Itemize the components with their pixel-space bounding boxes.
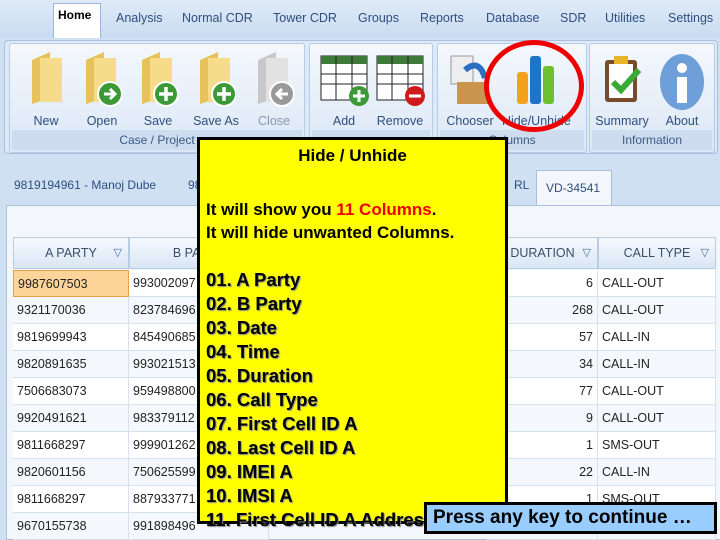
tab-home[interactable]: Home [53,3,101,38]
tab-utilities[interactable]: Utilities [605,11,645,25]
folder-open-arrow-icon [86,52,122,107]
add-button[interactable]: Add [316,48,372,128]
tab-groups[interactable]: Groups [358,11,399,25]
column-list-item: 03. Date [206,317,277,338]
tab-analysis[interactable]: Analysis [116,11,163,25]
column-list: 01. A Party 02. B Party 03. Date 04. Time 05… [206,268,505,532]
continue-prompt[interactable]: Press any key to continue … [424,502,717,534]
column-list-item: 06. Call Type [206,389,318,410]
folder-plus-icon [200,52,236,107]
tab-tower-cdr[interactable]: Tower CDR [273,11,337,25]
menu-bar: Home Analysis Normal CDR Tower CDR Group… [0,0,720,38]
table-cell[interactable]: 9920491621 [13,405,129,432]
table-cell[interactable]: CALL-IN [598,351,716,378]
filter-icon[interactable]: ▽ [701,238,709,268]
callout-title: Hide / Unhide [298,146,407,165]
column-list-item: 08. Last Cell ID A [206,437,356,458]
column-list-item: 02. B Party [206,293,302,314]
table-remove-icon [376,55,425,106]
column-header-call-type[interactable]: CALL TYPE ▽ [598,237,716,269]
information-group: Summary About Information [589,43,715,153]
column-list-item: 05. Duration [206,365,313,386]
doc-tab[interactable]: 9819194961 - Manoj Dube [14,178,156,192]
table-cell[interactable]: 9820601156 [13,459,129,486]
folder-plus-icon [142,52,178,107]
doc-tab-active[interactable]: VD-34541 [536,170,612,206]
table-cell[interactable]: 9670155738 [13,513,129,540]
hide-unhide-callout: Hide / Unhide It will show you 11 Column… [197,137,508,530]
table-cell[interactable]: 7506683073 [13,378,129,405]
column-list-item: 04. Time [206,341,280,362]
table-add-icon [320,55,369,106]
new-button[interactable]: New [18,48,74,128]
table-cell[interactable]: CALL-OUT [598,378,716,405]
open-button[interactable]: Open [74,48,130,128]
table-cell[interactable]: CALL-OUT [598,297,716,324]
about-button[interactable]: About [654,48,710,128]
save-as-button[interactable]: Save As [188,48,244,128]
column-header-a-party[interactable]: A PARTY ▽ [13,237,129,269]
clipboard-check-icon [605,56,642,102]
table-cell[interactable]: 9987607503 [13,270,129,297]
table-cell[interactable]: CALL-IN [598,459,716,486]
table-cell[interactable]: 9820891635 [13,351,129,378]
filter-icon[interactable]: ▽ [114,238,122,268]
folder-close-icon [258,52,294,107]
table-cell[interactable]: CALL-OUT [598,405,716,432]
filter-icon[interactable]: ▽ [583,238,591,268]
close-button[interactable]: Close [246,48,302,128]
folder-icon [32,52,62,104]
tab-sdr[interactable]: SDR [560,11,586,25]
column-list-item: 01. A Party [206,269,301,290]
group-label: Information [592,130,712,150]
info-icon [660,54,704,110]
column-list-item: 07. First Cell ID A [206,413,358,434]
callout-description: It will show you 11 Columns. It will hid… [206,200,455,242]
table-cell[interactable]: CALL-OUT [598,270,716,297]
highlight-circle [484,40,584,132]
tab-reports[interactable]: Reports [420,11,464,25]
doc-tab[interactable]: RL [514,178,529,192]
table-cell[interactable]: SMS-OUT [598,432,716,459]
table-cell[interactable]: 9819699943 [13,324,129,351]
table-cell[interactable]: CALL-IN [598,324,716,351]
column-list-item: 09. IMEI A [206,461,293,482]
remove-button[interactable]: Remove [372,48,428,128]
save-button[interactable]: Save [130,48,186,128]
table-cell[interactable]: 9811668297 [13,486,129,513]
tab-database[interactable]: Database [486,11,540,25]
table-cell[interactable]: 9811668297 [13,432,129,459]
table-cell[interactable]: 9321170036 [13,297,129,324]
tab-normal-cdr[interactable]: Normal CDR [182,11,253,25]
tab-settings[interactable]: Settings [668,11,713,25]
summary-button[interactable]: Summary [594,48,650,128]
